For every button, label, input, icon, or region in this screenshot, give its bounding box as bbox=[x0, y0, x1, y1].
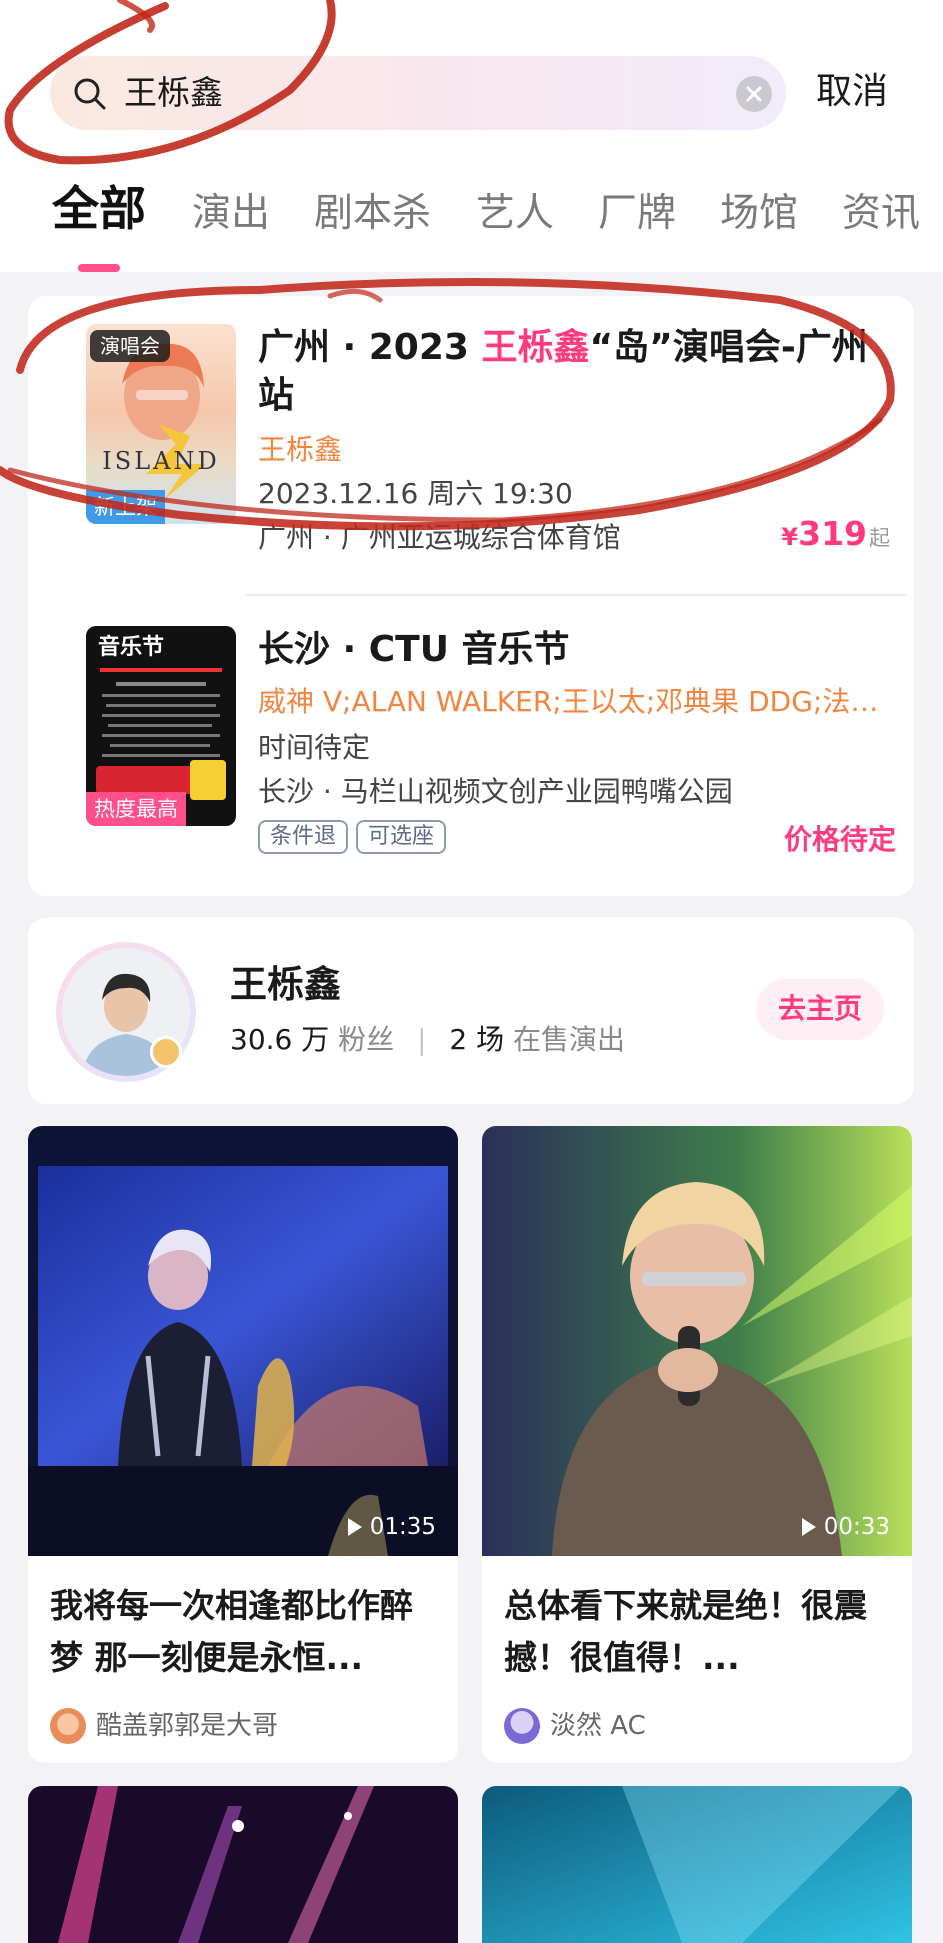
video-card[interactable]: 01:35 我将每一次相逢都比作醉梦 那一刻便是永恒... 酷盖郭郭是大哥 bbox=[28, 1126, 458, 1762]
video-image bbox=[482, 1786, 912, 1943]
tab-shows[interactable]: 演出 bbox=[192, 186, 270, 242]
event-title: 长沙 · CTU 音乐节 bbox=[258, 629, 570, 670]
video-image bbox=[482, 1126, 912, 1556]
artist-stats: 30.6 万 粉丝 | 2 场 在售演出 bbox=[230, 1023, 626, 1056]
video-card[interactable]: 00:33 总体看下来就是绝！很震撼！很值得！... 淡然 AC bbox=[482, 1126, 912, 1762]
tab-all[interactable]: 全部 bbox=[52, 182, 146, 238]
author-avatar bbox=[50, 1708, 86, 1744]
event-artists: 威神 V;ALAN WALKER;王以太;邓典果 DDG;法老... bbox=[258, 685, 898, 718]
list-divider bbox=[246, 594, 906, 596]
play-icon bbox=[347, 1518, 362, 1536]
video-image bbox=[28, 1786, 458, 1943]
event-item[interactable]: 音乐节 热度最高 长沙 · CTU 音乐节 威神 V;ALAN WALKER;王… bbox=[56, 626, 898, 856]
event-venue: 广州 · 广州亚运城综合体育馆 bbox=[258, 521, 621, 554]
tab-news[interactable]: 资讯 bbox=[842, 186, 920, 242]
new-badge: 新上架 bbox=[86, 490, 165, 524]
clear-icon[interactable] bbox=[736, 76, 772, 112]
tab-artists[interactable]: 艺人 bbox=[476, 186, 554, 242]
video-image bbox=[28, 1126, 458, 1556]
author-name: 酷盖郭郭是大哥 bbox=[96, 1711, 279, 1741]
event-poster: 音乐节 热度最高 bbox=[86, 626, 236, 826]
event-datetime: 2023.12.16 周六 19:30 bbox=[258, 477, 573, 510]
cancel-button[interactable]: 取消 bbox=[816, 70, 888, 114]
refund-chip: 条件退 bbox=[258, 820, 349, 854]
active-tab-indicator bbox=[78, 264, 120, 272]
event-item[interactable]: ISLAND 演唱会 新上架 广州 · 2023 王栎鑫“岛”演唱会-广州站 王… bbox=[56, 324, 890, 554]
search-input[interactable]: 王栎鑫 bbox=[124, 73, 223, 113]
event-artists: 王栎鑫 bbox=[258, 433, 343, 466]
search-icon bbox=[74, 78, 106, 110]
video-thumbnail[interactable] bbox=[28, 1126, 458, 1556]
tab-script-murder[interactable]: 剧本杀 bbox=[314, 186, 431, 242]
event-poster: ISLAND 演唱会 新上架 bbox=[86, 324, 236, 524]
event-list-card: ISLAND 演唱会 新上架 广州 · 2023 王栎鑫“岛”演唱会-广州站 王… bbox=[28, 296, 914, 896]
event-datetime: 时间待定 bbox=[258, 731, 371, 764]
artist-name: 王栎鑫 bbox=[230, 963, 341, 1006]
video-card[interactable] bbox=[482, 1786, 912, 1943]
play-icon bbox=[801, 1518, 816, 1536]
video-title: 总体看下来就是绝！很震撼！很值得！... bbox=[504, 1586, 867, 1677]
event-venue: 长沙 · 马栏山视频文创产业园鸭嘴公园 bbox=[258, 775, 733, 808]
poster-category-tag: 演唱会 bbox=[90, 330, 170, 362]
shows-count: 2 场 bbox=[449, 1023, 505, 1056]
event-title: 广州 · 2023 王栎鑫“岛”演唱会-广州站 bbox=[258, 327, 868, 416]
seat-select-chip: 可选座 bbox=[356, 820, 447, 854]
fans-count: 30.6 万 bbox=[230, 1023, 330, 1056]
artist-card[interactable]: 王栎鑫 30.6 万 粉丝 | 2 场 在售演出 去主页 bbox=[28, 918, 914, 1104]
author-name: 淡然 AC bbox=[550, 1711, 646, 1741]
category-tabs: 全部 演出 剧本杀 艺人 厂牌 场馆 资讯 bbox=[0, 182, 943, 246]
search-bar[interactable]: 王栎鑫 bbox=[50, 56, 786, 130]
video-duration: 01:35 bbox=[347, 1512, 436, 1542]
tab-labels[interactable]: 厂牌 bbox=[598, 186, 676, 242]
event-price: ¥319起 bbox=[781, 514, 890, 553]
fans-label: 粉丝 bbox=[338, 1023, 395, 1056]
search-header: 王栎鑫 取消 全部 演出 剧本杀 艺人 厂牌 场馆 资讯 bbox=[0, 0, 943, 272]
shows-label: 在售演出 bbox=[513, 1023, 626, 1056]
verified-icon bbox=[150, 1036, 182, 1068]
video-card[interactable] bbox=[28, 1786, 458, 1943]
event-price: 价格待定 bbox=[783, 823, 896, 856]
author-avatar bbox=[504, 1708, 540, 1744]
hot-badge: 热度最高 bbox=[86, 792, 186, 826]
go-homepage-button[interactable]: 去主页 bbox=[756, 978, 884, 1040]
video-title: 我将每一次相逢都比作醉梦 那一刻便是永恒... bbox=[50, 1586, 413, 1677]
svg-text:音乐节: 音乐节 bbox=[98, 634, 164, 660]
video-thumbnail[interactable] bbox=[482, 1126, 912, 1556]
video-duration: 00:33 bbox=[801, 1512, 890, 1542]
svg-text:ISLAND: ISLAND bbox=[102, 447, 219, 475]
tab-venues[interactable]: 场馆 bbox=[720, 186, 798, 242]
